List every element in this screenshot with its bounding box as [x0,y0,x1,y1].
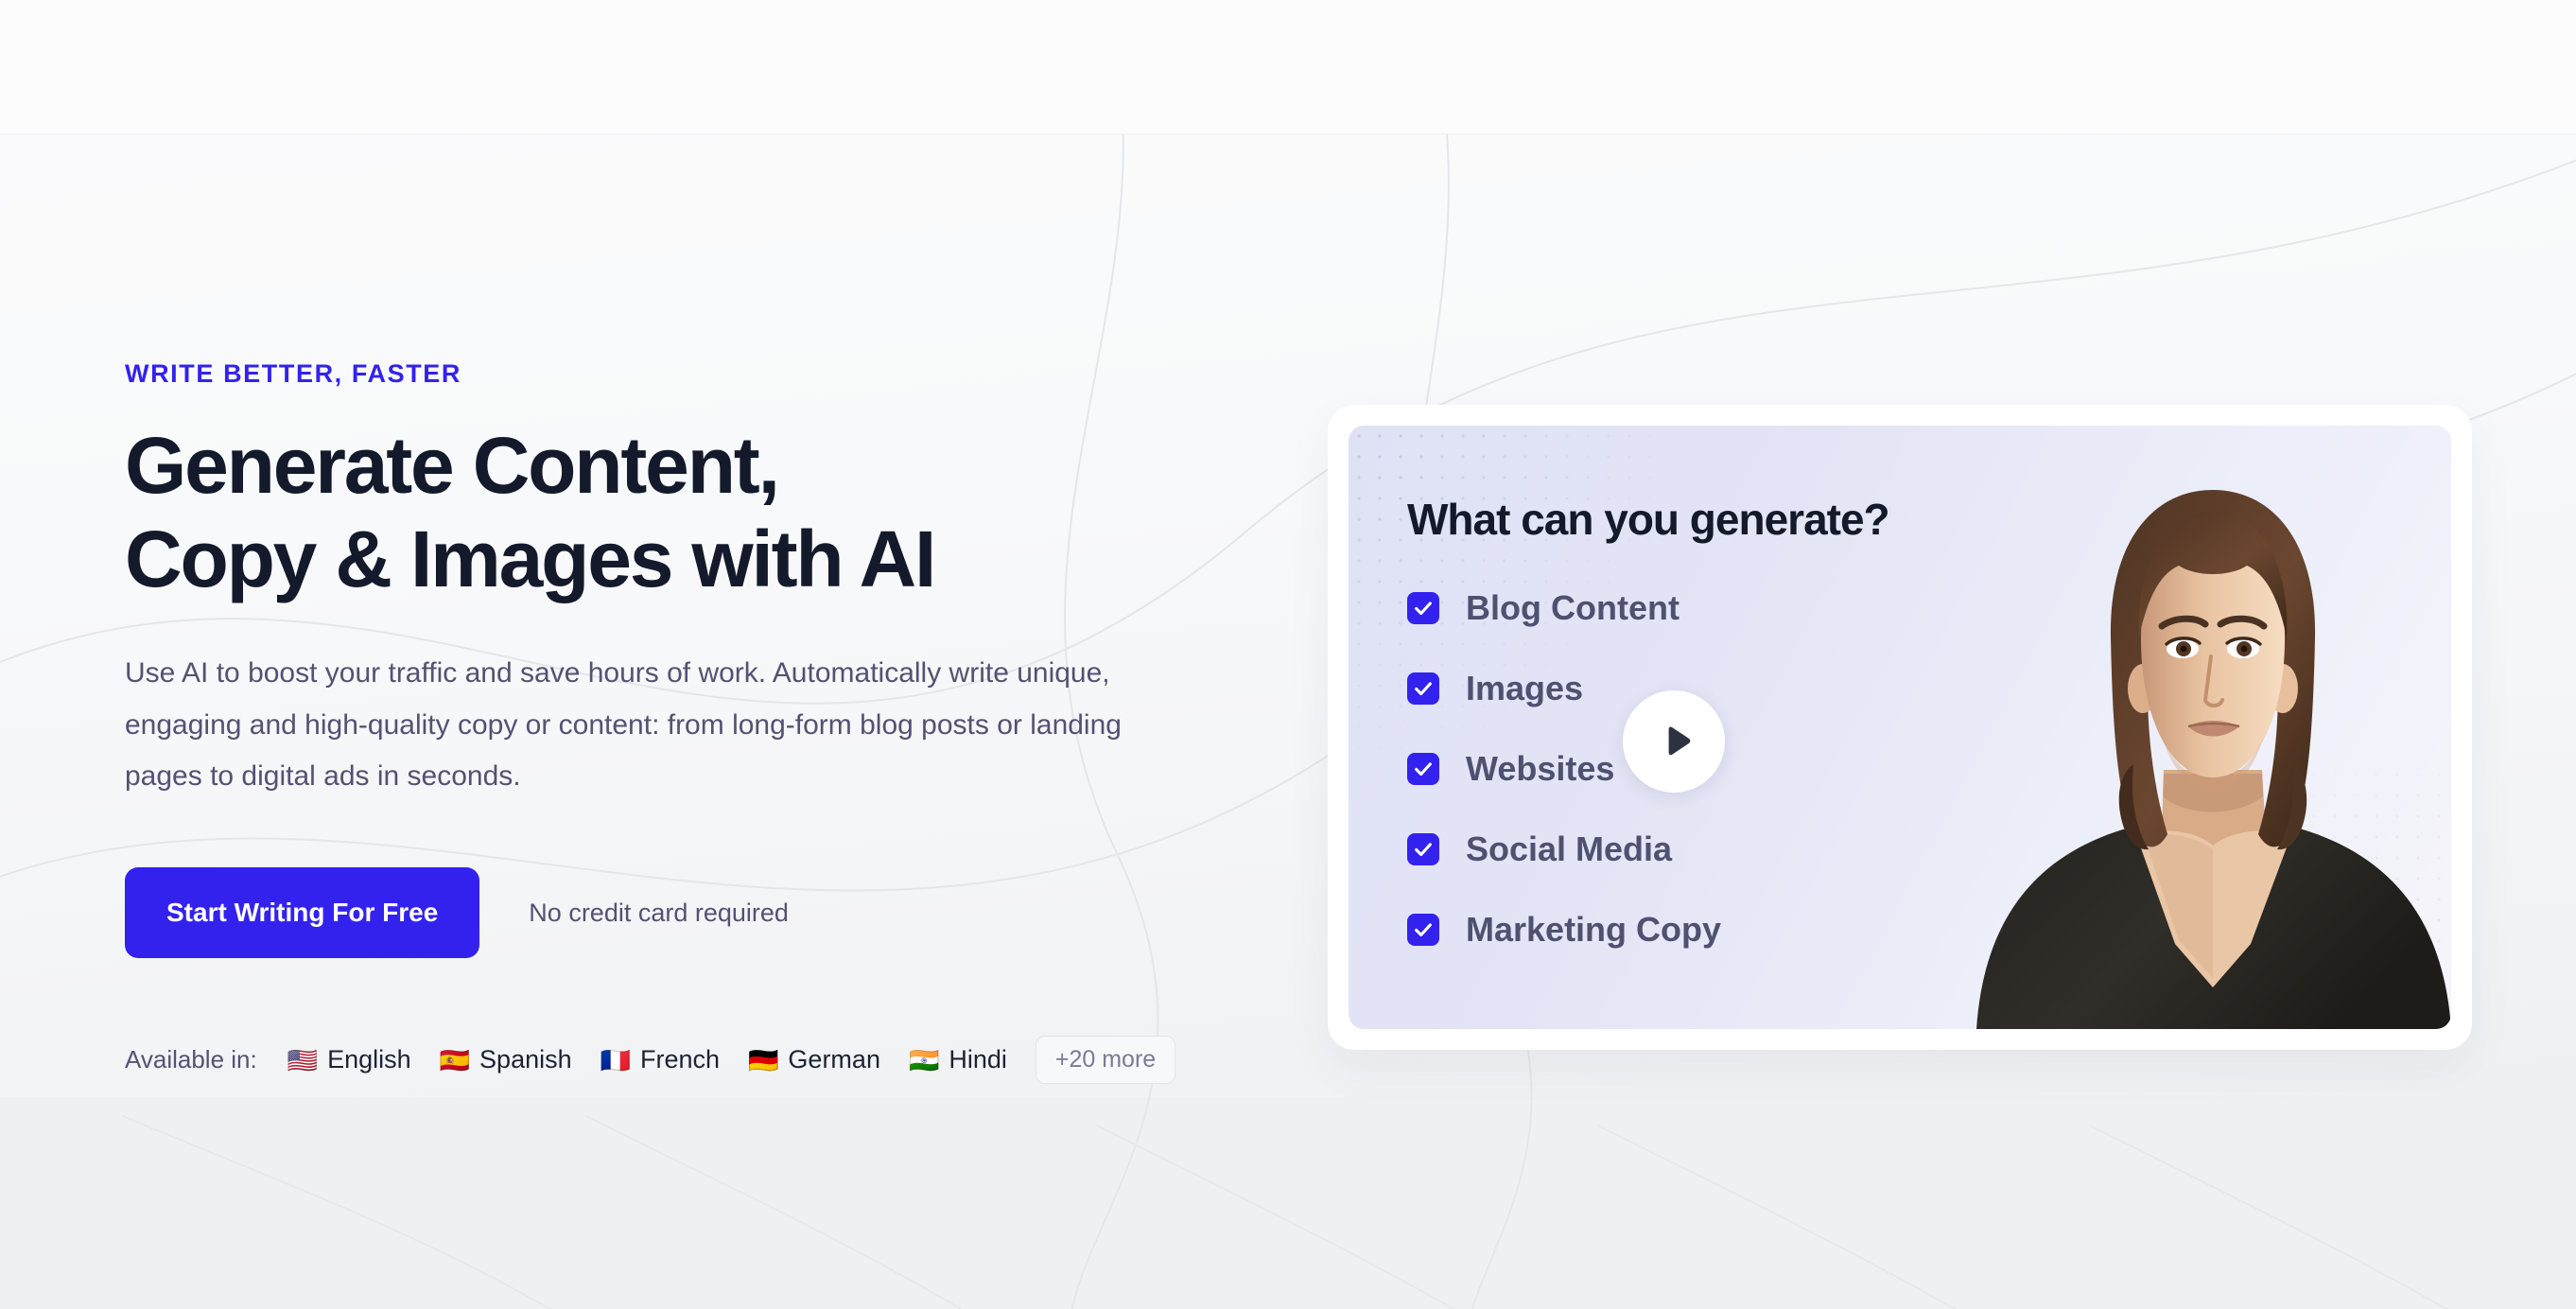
list-item-label: Blog Content [1466,587,1680,627]
page-root: copymatic How it works Use Cases Feature… [0,0,2576,1309]
language-label: Hindi [949,1045,1007,1073]
language-spanish[interactable]: 🇪🇸 Spanish [440,1045,572,1074]
checkbox-checked-icon[interactable] [1407,672,1439,705]
language-label: English [327,1045,411,1073]
video-card: What can you generate? Blog Content Imag… [1328,405,2472,1050]
hero-cta-row: Start Writing For Free No credit card re… [125,867,1241,958]
available-in-label: Available in: [125,1045,257,1073]
checkbox-checked-icon[interactable] [1407,913,1439,946]
video-panel: What can you generate? Blog Content Imag… [1349,426,2451,1029]
list-item: Social Media [1407,809,1721,889]
hero-eyebrow: WRITE BETTER, FASTER [125,359,461,388]
checkbox-checked-icon[interactable] [1407,591,1439,624]
list-item-label: Images [1466,668,1584,707]
flag-es-icon: 🇪🇸 [439,1045,471,1074]
language-label: Spanish [479,1045,572,1073]
flag-de-icon: 🇩🇪 [748,1045,779,1074]
language-french[interactable]: 🇫🇷 French [600,1045,720,1074]
site-header [0,0,2576,134]
list-item-label: Marketing Copy [1466,909,1722,949]
flag-fr-icon: 🇫🇷 [600,1045,631,1074]
language-german[interactable]: 🇩🇪 German [748,1045,880,1074]
language-hindi[interactable]: 🇮🇳 Hindi [909,1045,1007,1074]
checkbox-checked-icon[interactable] [1407,832,1439,865]
hero-content: WRITE BETTER, FASTER Generate Content, C… [125,359,1241,1084]
video-card-title: What can you generate? [1407,495,1890,544]
more-languages-pill[interactable]: +20 more [1035,1036,1176,1084]
hero-subcopy: Use AI to boost your traffic and save ho… [125,657,1122,793]
header-divider [0,133,2576,134]
play-icon [1668,726,1691,756]
language-label: German [788,1045,880,1073]
play-video-button[interactable] [1623,690,1725,793]
flag-in-icon: 🇮🇳 [908,1045,940,1074]
page-title: Generate Content, Copy & Images with AI [125,421,936,604]
language-label: French [640,1045,721,1073]
no-credit-card-note: No credit card required [529,898,789,927]
checkbox-checked-icon[interactable] [1407,752,1439,785]
language-english[interactable]: 🇺🇸 English [287,1045,411,1074]
list-item-label: Social Media [1466,829,1673,868]
list-item: Marketing Copy [1407,889,1721,969]
list-item: Blog Content [1407,567,1721,648]
available-languages: Available in: 🇺🇸 English 🇪🇸 Spanish 🇫🇷 F… [125,1036,1241,1084]
start-writing-for-free-button[interactable]: Start Writing For Free [125,867,480,958]
presenter-image [1967,452,2451,1029]
flag-us-icon: 🇺🇸 [287,1045,319,1074]
list-item-label: Websites [1466,748,1615,788]
